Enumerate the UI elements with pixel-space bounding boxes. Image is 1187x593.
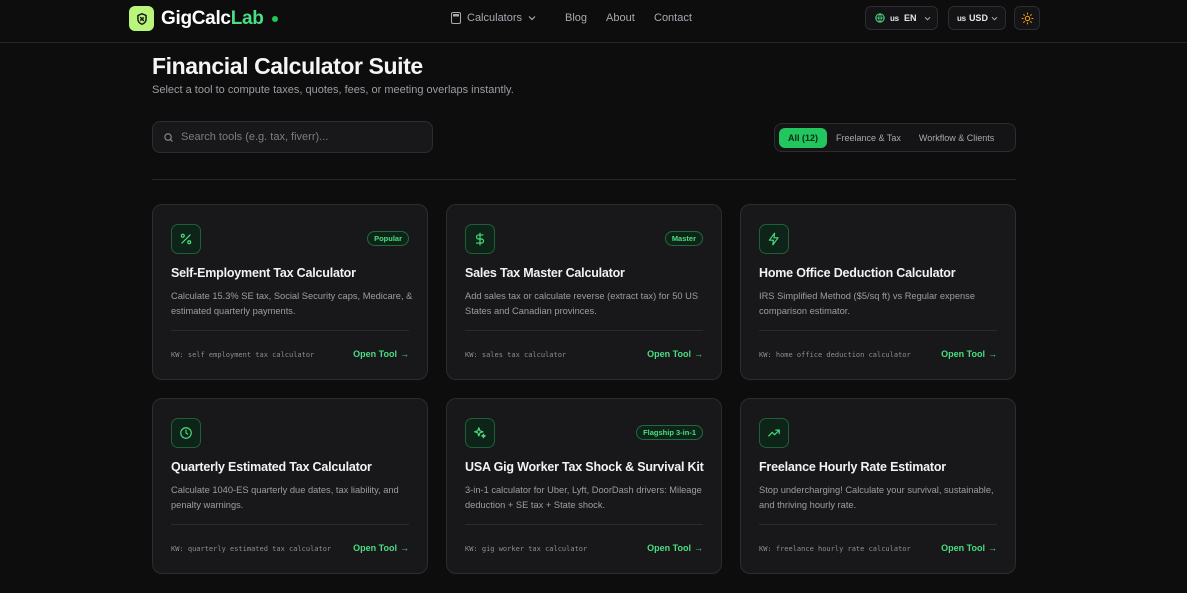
lang-flag-code: us bbox=[890, 13, 899, 23]
status-dot bbox=[271, 15, 278, 22]
card-title: Sales Tax Master Calculator bbox=[465, 266, 625, 280]
open-tool-label: Open Tool bbox=[647, 543, 691, 553]
open-tool-link[interactable]: Open Tool → bbox=[941, 349, 997, 359]
card-divider bbox=[759, 524, 997, 525]
card-description: 3-in-1 calculator for Uber, Lyft, DoorDa… bbox=[465, 485, 702, 510]
filter-tabs: All (12) Freelance & Tax Workflow & Clie… bbox=[774, 123, 1016, 152]
clock-icon bbox=[171, 418, 201, 448]
filter-workflow-clients[interactable]: Workflow & Clients bbox=[910, 128, 1003, 148]
tool-card-self-employment[interactable]: Popular Self-Employment Tax Calculator C… bbox=[152, 204, 428, 380]
currency-select[interactable]: us USD bbox=[948, 6, 1006, 30]
nav-about[interactable]: About bbox=[606, 12, 635, 24]
card-description: IRS Simplified Method ($5/sq ft) vs Regu… bbox=[759, 291, 975, 316]
brand-name: GigCalcLab bbox=[161, 7, 264, 29]
card-badge: Popular bbox=[367, 231, 409, 246]
currency-label: USD bbox=[968, 13, 988, 23]
arrow-right-icon: → bbox=[694, 349, 703, 359]
open-tool-label: Open Tool bbox=[647, 349, 691, 359]
card-description: Add sales tax or calculate reverse (extr… bbox=[465, 291, 699, 316]
card-badge: Flagship 3-in-1 bbox=[636, 425, 703, 440]
shield-icon bbox=[129, 6, 154, 31]
brand-logo[interactable]: GigCalcLab bbox=[129, 6, 278, 31]
page-subtitle: Select a tool to compute taxes, quotes, … bbox=[152, 84, 514, 96]
arrow-right-icon: → bbox=[400, 543, 409, 553]
language-select[interactable]: us EN bbox=[865, 6, 938, 30]
open-tool-link[interactable]: Open Tool → bbox=[353, 349, 409, 359]
open-tool-link[interactable]: Open Tool → bbox=[353, 543, 409, 553]
card-keyword: KW: gig worker tax calculator bbox=[465, 545, 588, 553]
nav-calculators-label: Calculators bbox=[467, 12, 523, 24]
nav-blog[interactable]: Blog bbox=[565, 12, 587, 24]
card-description: Stop undercharging! Calculate your survi… bbox=[759, 485, 994, 510]
tool-card-gig-worker[interactable]: Flagship 3-in-1 USA Gig Worker Tax Shock… bbox=[446, 398, 722, 574]
card-description: Calculate 15.3% SE tax, Social Security … bbox=[171, 291, 413, 316]
arrow-right-icon: → bbox=[694, 543, 703, 553]
card-keyword: KW: home office deduction calculator bbox=[759, 351, 911, 359]
nav-contact[interactable]: Contact bbox=[654, 12, 692, 24]
card-description: Calculate 1040-ES quarterly due dates, t… bbox=[171, 485, 399, 510]
card-divider bbox=[759, 330, 997, 331]
open-tool-label: Open Tool bbox=[941, 543, 985, 553]
sparkle-icon bbox=[465, 418, 495, 448]
tool-card-hourly-rate[interactable]: Freelance Hourly Rate Estimator Stop und… bbox=[740, 398, 1016, 574]
currency-flag-code: us bbox=[957, 13, 966, 23]
tool-card-quarterly-tax[interactable]: Quarterly Estimated Tax Calculator Calcu… bbox=[152, 398, 428, 574]
open-tool-link[interactable]: Open Tool → bbox=[941, 543, 997, 553]
page-title: Financial Calculator Suite bbox=[152, 53, 423, 79]
lang-label: EN bbox=[903, 13, 917, 23]
card-keyword: KW: self employment tax calculator bbox=[171, 351, 315, 359]
tool-card-sales-tax[interactable]: Master Sales Tax Master Calculator Add s… bbox=[446, 204, 722, 380]
card-divider bbox=[465, 524, 703, 525]
filter-all[interactable]: All (12) bbox=[779, 127, 828, 148]
open-tool-label: Open Tool bbox=[941, 349, 985, 359]
card-divider bbox=[171, 330, 409, 331]
search-input[interactable] bbox=[181, 131, 411, 143]
chevron-down-icon bbox=[925, 16, 931, 20]
sun-icon bbox=[1021, 12, 1033, 24]
open-tool-label: Open Tool bbox=[353, 349, 397, 359]
dollar-icon bbox=[465, 224, 495, 254]
arrow-right-icon: → bbox=[400, 349, 409, 359]
nav-calculators[interactable]: Calculators bbox=[451, 12, 536, 24]
open-tool-label: Open Tool bbox=[353, 543, 397, 553]
percent-icon bbox=[171, 224, 201, 254]
globe-icon bbox=[875, 13, 885, 23]
lightning-icon bbox=[759, 224, 789, 254]
open-tool-link[interactable]: Open Tool → bbox=[647, 349, 703, 359]
card-title: Home Office Deduction Calculator bbox=[759, 266, 956, 280]
search-icon bbox=[164, 132, 173, 142]
card-keyword: KW: sales tax calculator bbox=[465, 351, 567, 359]
search-box[interactable] bbox=[152, 121, 433, 153]
calculator-icon bbox=[451, 12, 461, 24]
card-title: Quarterly Estimated Tax Calculator bbox=[171, 460, 372, 474]
chevron-down-icon bbox=[528, 16, 536, 21]
arrow-right-icon: → bbox=[988, 349, 997, 359]
card-keyword: KW: quarterly estimated tax calculator bbox=[171, 545, 332, 553]
card-title: Self-Employment Tax Calculator bbox=[171, 266, 356, 280]
arrow-right-icon: → bbox=[988, 543, 997, 553]
filter-freelance-tax[interactable]: Freelance & Tax bbox=[827, 128, 910, 148]
open-tool-link[interactable]: Open Tool → bbox=[647, 543, 703, 553]
card-title: Freelance Hourly Rate Estimator bbox=[759, 460, 946, 474]
card-divider bbox=[171, 524, 409, 525]
card-keyword: KW: freelance hourly rate calculator bbox=[759, 545, 911, 553]
site-header: GigCalcLab Calculators Blog About Contac… bbox=[0, 0, 1187, 43]
section-divider bbox=[152, 179, 1016, 180]
card-title: USA Gig Worker Tax Shock & Survival Kit bbox=[465, 460, 704, 474]
card-badge: Master bbox=[664, 231, 703, 246]
theme-toggle-button[interactable] bbox=[1014, 6, 1040, 30]
chevron-down-icon bbox=[991, 16, 998, 20]
trending-up-icon bbox=[759, 418, 789, 448]
card-divider bbox=[465, 330, 703, 331]
tool-card-home-office[interactable]: Home Office Deduction Calculator IRS Sim… bbox=[740, 204, 1016, 380]
